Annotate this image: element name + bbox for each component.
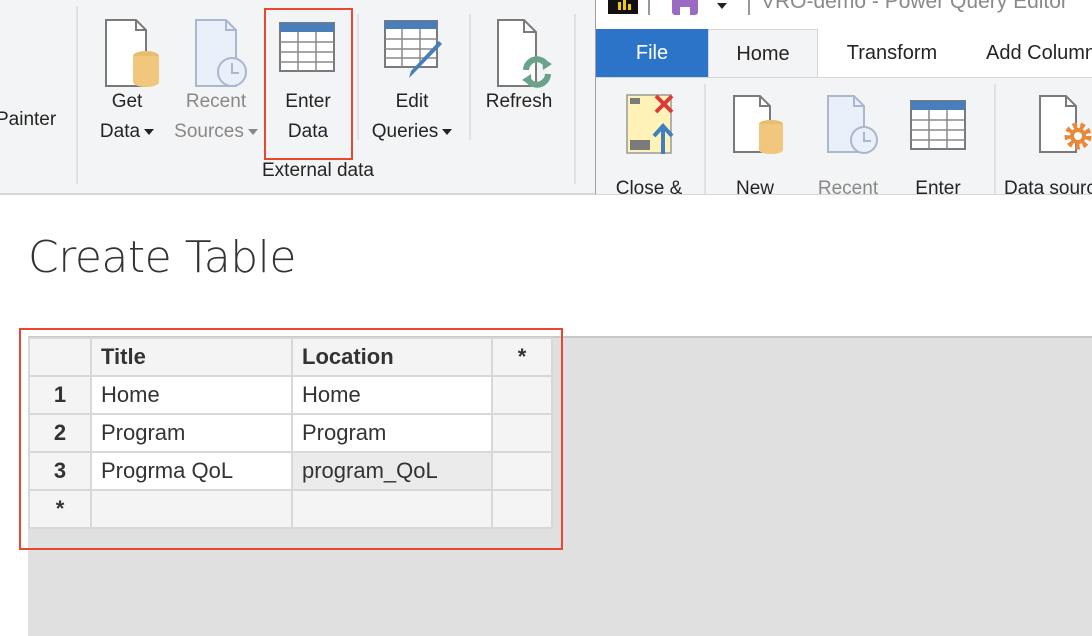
enter-data-icon bbox=[910, 100, 966, 150]
ribbon-separator bbox=[704, 84, 706, 194]
enter-data-highlight bbox=[264, 8, 353, 160]
new-source-button[interactable]: New bbox=[722, 88, 788, 199]
data-source-settings-button[interactable]: Data source bbox=[1004, 88, 1092, 199]
get-data-label-2-wrap: Data bbox=[92, 117, 162, 147]
recent-sources-label-1: Recent bbox=[185, 91, 247, 112]
quick-access-dropdown-icon[interactable] bbox=[717, 3, 727, 9]
chevron-down-icon bbox=[144, 128, 155, 135]
close-apply-icon bbox=[626, 94, 674, 154]
ribbon-separator bbox=[994, 84, 996, 194]
recent-sources-icon bbox=[827, 95, 878, 154]
tab-home[interactable]: Home bbox=[708, 29, 818, 79]
new-source-icon bbox=[733, 95, 783, 154]
edit-queries-label-2: Queries bbox=[371, 121, 439, 142]
pq-ribbon-home: Close & New Recent Enter Data sourc bbox=[596, 77, 1092, 199]
enter-data-button[interactable]: Enter bbox=[902, 88, 974, 199]
page-title: Create Table bbox=[28, 232, 296, 283]
tab-transform[interactable]: Transform bbox=[826, 29, 958, 77]
save-icon[interactable] bbox=[672, 0, 698, 15]
chevron-down-icon bbox=[442, 128, 453, 135]
refresh-button[interactable]: Refresh bbox=[478, 10, 560, 120]
ribbon-separator bbox=[574, 14, 576, 184]
new-source-label: New bbox=[735, 178, 774, 199]
ribbon-separator bbox=[469, 14, 471, 140]
data-source-settings-label: Data source bbox=[1004, 178, 1092, 199]
recent-sources-button[interactable]: Recent Sources bbox=[168, 10, 264, 150]
tab-file[interactable]: File bbox=[596, 29, 708, 77]
tab-add-column[interactable]: Add Column bbox=[986, 29, 1092, 77]
recent-sources-label-2-wrap: Sources bbox=[168, 117, 264, 147]
external-data-group-label: External data bbox=[262, 160, 374, 181]
power-query-editor-window: VRO-demo - Power Query Editor File Home … bbox=[595, 0, 1092, 199]
close-apply-button[interactable]: Close & bbox=[604, 88, 694, 199]
refresh-icon bbox=[497, 19, 552, 88]
title-separator bbox=[648, 0, 650, 15]
edit-queries-label-2-wrap: Queries bbox=[362, 117, 462, 147]
get-data-button[interactable]: Get Data bbox=[92, 10, 162, 150]
data-source-settings-icon bbox=[1039, 95, 1092, 153]
recent-sources-button[interactable]: Recent bbox=[810, 88, 886, 199]
recent-sources-label-2: Sources bbox=[174, 121, 244, 142]
power-bi-logo-icon bbox=[608, 0, 638, 14]
get-data-label-1: Get bbox=[111, 91, 143, 112]
edit-queries-label-1: Edit bbox=[395, 91, 429, 112]
recent-sources-label: Recent bbox=[817, 178, 879, 199]
close-apply-label: Close & bbox=[615, 178, 683, 199]
chevron-down-icon bbox=[247, 128, 258, 135]
window-title: VRO-demo - Power Query Editor bbox=[761, 0, 1068, 13]
refresh-label: Refresh bbox=[485, 91, 553, 112]
format-painter-label[interactable]: Painter bbox=[0, 105, 56, 135]
recent-sources-icon bbox=[195, 19, 247, 87]
get-data-label-2: Data bbox=[99, 121, 141, 142]
table-highlight bbox=[19, 328, 563, 550]
enter-data-label: Enter bbox=[915, 178, 961, 199]
edit-queries-button[interactable]: Edit Queries bbox=[362, 10, 462, 150]
ribbon-separator bbox=[357, 14, 359, 140]
edit-queries-icon bbox=[384, 20, 442, 78]
title-separator bbox=[748, 0, 750, 15]
get-data-icon bbox=[105, 19, 159, 87]
ribbon-separator bbox=[76, 6, 78, 184]
ribbon-home: Painter Get Data Recent Sources Enter Da… bbox=[0, 0, 595, 195]
